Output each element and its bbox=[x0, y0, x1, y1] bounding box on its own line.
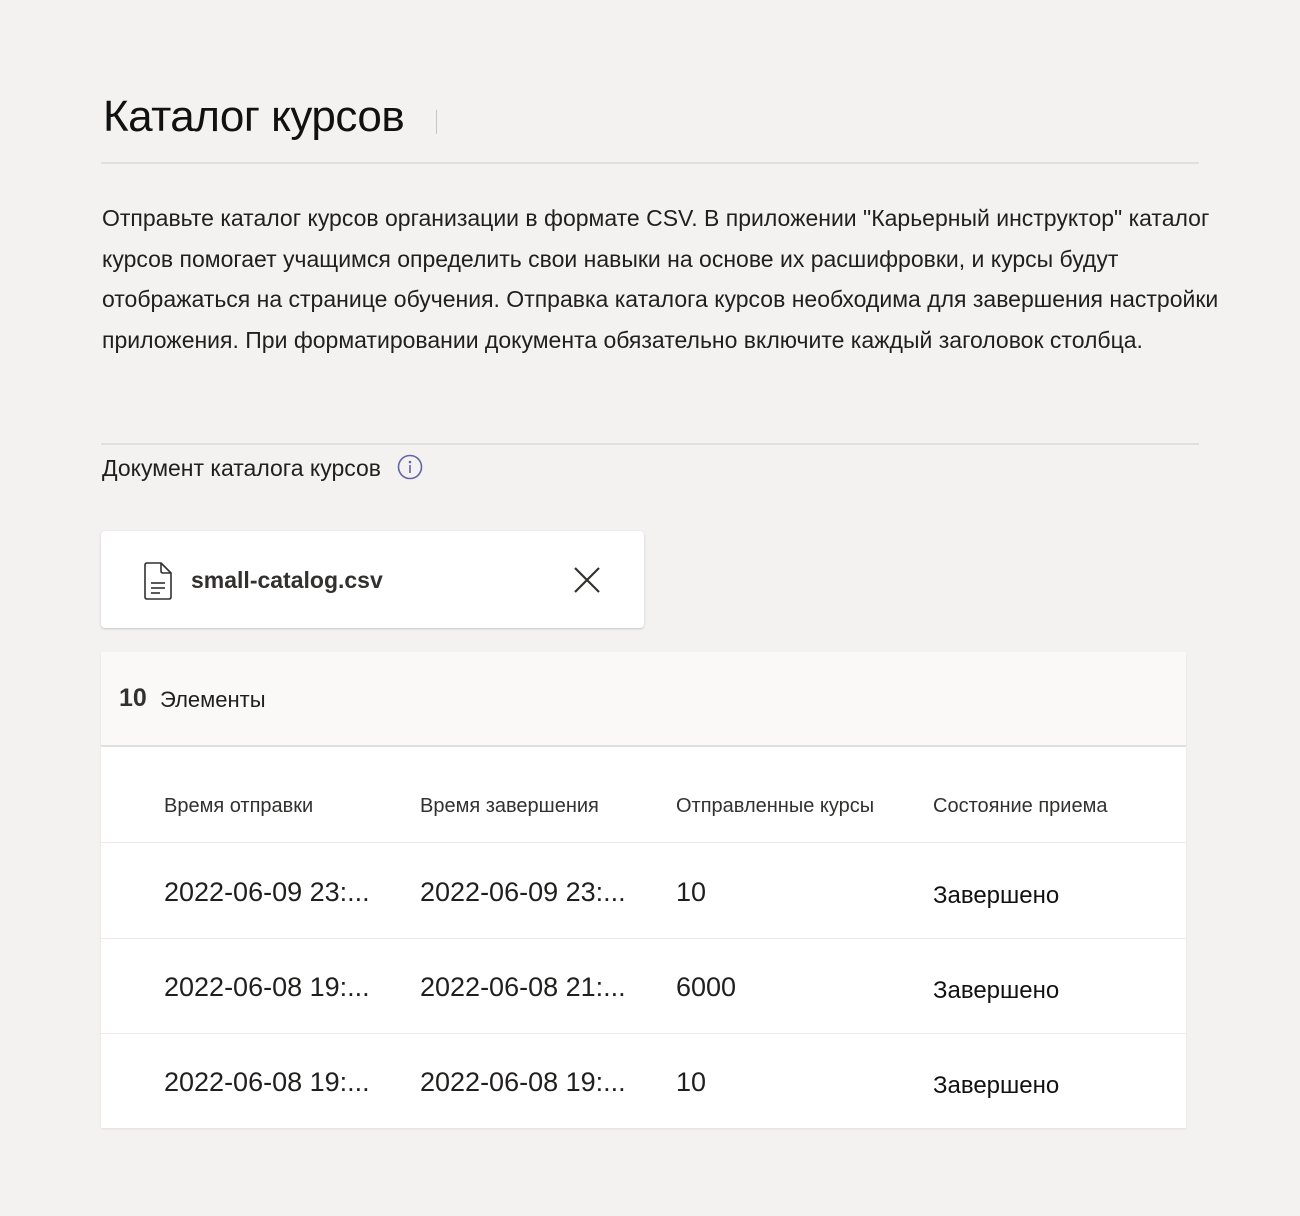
section-divider bbox=[101, 443, 1199, 445]
table-summary-bar: 10 Элементы bbox=[101, 652, 1186, 747]
cell-status: Завершено bbox=[933, 1072, 1060, 1099]
document-icon bbox=[143, 561, 173, 601]
row-divider bbox=[101, 1033, 1186, 1034]
title-divider bbox=[101, 162, 1199, 164]
row-divider bbox=[101, 938, 1186, 939]
course-catalog-page: Каталог курсов Отправьте каталог курсов … bbox=[0, 0, 1300, 1216]
file-name: small-catalog.csv bbox=[191, 567, 383, 593]
cell-courses-sent: 10 bbox=[676, 877, 707, 907]
upload-history-table: 10 Элементы Время отправки Время заверше… bbox=[101, 652, 1186, 1128]
item-count: 10 bbox=[119, 684, 147, 712]
row-divider bbox=[101, 842, 1186, 843]
document-section-label: Документ каталога курсов bbox=[102, 455, 381, 481]
cell-completion-time: 2022-06-09 23:... bbox=[420, 877, 626, 907]
cell-courses-sent: 10 bbox=[676, 1067, 707, 1097]
document-section-header: Документ каталога курсов bbox=[102, 454, 423, 482]
cell-submit-time: 2022-06-08 19:... bbox=[164, 972, 370, 1002]
cell-completion-time: 2022-06-08 21:... bbox=[420, 972, 626, 1002]
close-icon[interactable] bbox=[570, 563, 604, 597]
cell-completion-time: 2022-06-08 19:... bbox=[420, 1067, 626, 1097]
column-header-submit-time[interactable]: Время отправки bbox=[164, 795, 313, 818]
page-description: Отправьте каталог курсов организации в ф… bbox=[102, 205, 1219, 353]
uploaded-file-card: small-catalog.csv bbox=[101, 531, 644, 628]
cell-submit-time: 2022-06-08 19:... bbox=[164, 1067, 370, 1097]
item-count-label: Элементы bbox=[160, 687, 266, 712]
info-circle-icon[interactable] bbox=[397, 454, 423, 480]
cell-submit-time: 2022-06-09 23:... bbox=[164, 877, 370, 907]
cell-status: Завершено bbox=[933, 977, 1060, 1004]
title-separator bbox=[436, 110, 437, 134]
column-header-completion-time[interactable]: Время завершения bbox=[420, 795, 599, 818]
page-title: Каталог курсов bbox=[103, 92, 405, 141]
column-header-ingestion-status[interactable]: Состояние приема bbox=[933, 795, 1107, 818]
column-header-courses-sent[interactable]: Отправленные курсы bbox=[676, 795, 874, 818]
cell-courses-sent: 6000 bbox=[676, 972, 737, 1002]
cell-status: Завершено bbox=[933, 882, 1060, 909]
